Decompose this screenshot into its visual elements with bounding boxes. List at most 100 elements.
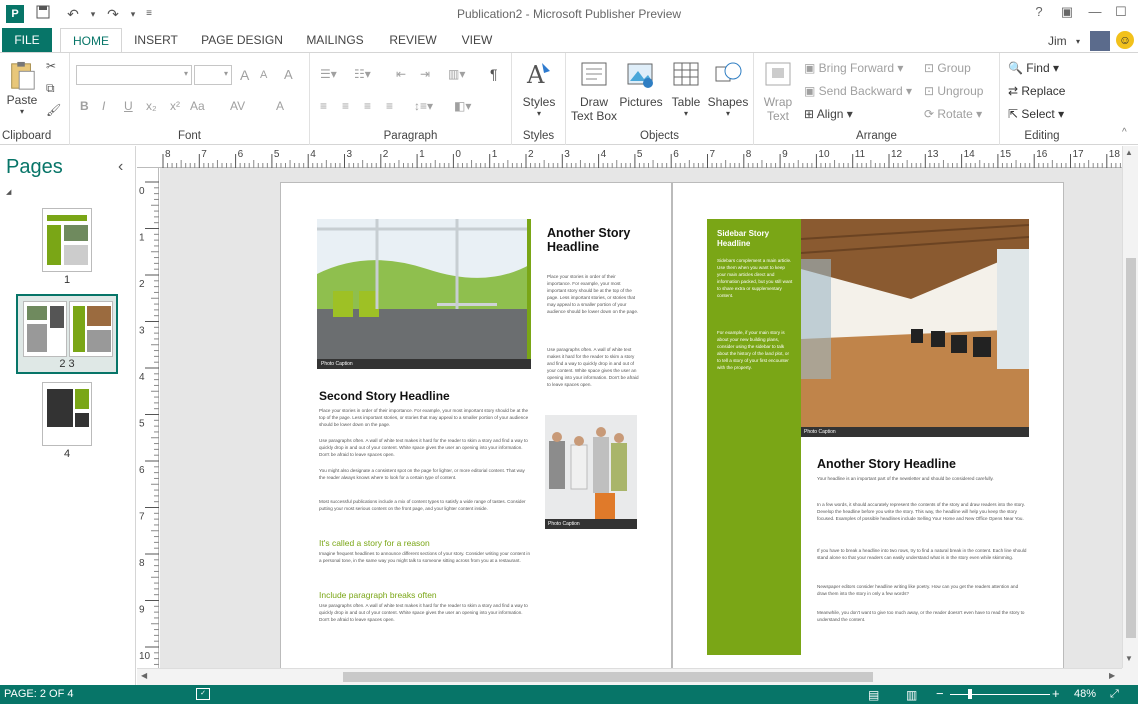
hallway-photo-caption[interactable]: Photo Caption	[801, 427, 1029, 437]
page-3[interactable]: Sidebar Story Headline Sidebars compleme…	[672, 182, 1064, 668]
two-page-view-icon[interactable]: ▥	[906, 688, 917, 702]
font-color-button[interactable]: A	[276, 99, 284, 113]
people-photo-caption[interactable]: Photo Caption	[545, 519, 637, 529]
fit-page-icon[interactable]: ⤢	[1110, 688, 1119, 701]
collapse-ribbon-icon[interactable]: ^	[1122, 127, 1127, 138]
sidebar-headline[interactable]: Sidebar Story Headline	[717, 229, 795, 249]
align-button[interactable]: ⊞ Align ▾	[804, 107, 853, 121]
tab-file[interactable]: FILE	[2, 28, 52, 53]
maximize-button[interactable]: ☐	[1110, 4, 1132, 20]
scroll-right-icon[interactable]: ▶	[1109, 671, 1115, 680]
zoom-in-button[interactable]: +	[1052, 686, 1060, 701]
send-backward-button[interactable]: ▣ Send Backward ▾	[804, 84, 912, 98]
increase-indent-icon[interactable]: ⇥	[420, 67, 430, 81]
subheading-paragraph-breaks-body[interactable]: Use paragraphs often. A wall of white te…	[319, 602, 531, 623]
decrease-indent-icon[interactable]: ⇤	[396, 67, 406, 81]
tab-home[interactable]: HOME	[60, 28, 122, 54]
page-2[interactable]: Photo Caption Another Story Headline Pla…	[280, 182, 672, 668]
paste-dropdown-icon[interactable]: ▾	[4, 107, 40, 116]
another-story-body-1[interactable]: Place your stories in order of their imp…	[547, 273, 639, 315]
avatar[interactable]	[1090, 31, 1110, 51]
second-story-body-3[interactable]: You might also designate a consistent sp…	[319, 467, 531, 481]
subheading-paragraph-breaks[interactable]: Include paragraph breaks often	[319, 590, 437, 600]
second-story-headline[interactable]: Second Story Headline	[319, 389, 539, 403]
paste-button[interactable]: Paste ▾	[4, 61, 40, 116]
user-name[interactable]: Jim	[1048, 34, 1067, 48]
group-button[interactable]: ⊡ Group	[924, 61, 971, 75]
user-dropdown-icon[interactable]: ▾	[1076, 37, 1080, 46]
font-size-combo[interactable]: ▾	[194, 65, 232, 85]
tab-review[interactable]: REVIEW	[384, 28, 442, 53]
subheading-story-reason[interactable]: It's called a story for a reason	[319, 538, 430, 548]
subscript-button[interactable]: x₂	[146, 99, 157, 113]
columns-icon[interactable]: ▥▾	[448, 67, 465, 81]
smiley-feedback-icon[interactable]: ☺	[1116, 31, 1134, 49]
story-body-4[interactable]: Newspaper editors consider headline writ…	[817, 583, 1029, 597]
story-body-3[interactable]: If you have to break a headline into two…	[817, 547, 1029, 561]
zoom-level[interactable]: 48%	[1074, 688, 1096, 700]
another-story-body-2[interactable]: Use paragraphs often. A wall of white te…	[547, 346, 639, 388]
underline-button[interactable]: U	[124, 99, 133, 113]
replace-button[interactable]: ⇄ Replace	[1008, 84, 1065, 98]
page-thumbnail-4[interactable]	[42, 382, 92, 446]
layout-check-icon[interactable]: ✓	[196, 688, 210, 700]
align-left-icon[interactable]: ≡	[320, 99, 327, 113]
scroll-up-icon[interactable]: ▲	[1125, 148, 1133, 157]
section-collapse-icon[interactable]: ◢	[6, 188, 11, 196]
hallway-photo[interactable]: Photo Caption	[801, 219, 1029, 437]
ribbon-display-icon[interactable]: ▣	[1056, 4, 1078, 20]
copy-icon[interactable]: ⧉	[46, 81, 55, 96]
horizontal-ruler[interactable]: 8 7 6 5 4 3 2 1 0 1 2 3 4 5 6 7 8 9 10 11 12 13 14 15 16 17 18	[137, 146, 1122, 168]
shrink-font-icon[interactable]: A	[260, 69, 267, 81]
wrap-text-button[interactable]: Wrap Text	[758, 59, 798, 123]
page-indicator[interactable]: PAGE: 2 OF 4	[4, 688, 74, 700]
italic-button[interactable]: I	[102, 99, 105, 113]
tab-page-design[interactable]: PAGE DESIGN	[196, 28, 288, 53]
numbering-icon[interactable]: ☷▾	[354, 67, 371, 81]
story-body-2[interactable]: In a few words, it should accurately rep…	[817, 501, 1029, 522]
find-button[interactable]: 🔍 Find ▾	[1008, 61, 1059, 75]
bullets-icon[interactable]: ☰▾	[320, 67, 337, 81]
align-right-icon[interactable]: ≡	[364, 99, 371, 113]
collapse-pages-pane-button[interactable]: ‹	[118, 158, 123, 176]
another-story-headline-right[interactable]: Another Story Headline	[817, 457, 1027, 471]
sidebar-body-2[interactable]: For example, if your main story is about…	[717, 329, 793, 371]
rotate-button[interactable]: ⟳ Rotate ▾	[924, 107, 982, 121]
minimize-button[interactable]: —	[1084, 4, 1106, 19]
bold-button[interactable]: B	[80, 99, 89, 113]
show-formatting-marks-button[interactable]: ¶	[490, 66, 498, 82]
single-page-view-icon[interactable]: ▤	[868, 688, 879, 702]
another-story-headline[interactable]: Another Story Headline	[547, 226, 637, 254]
subheading-story-reason-body[interactable]: Imagine frequent headlines to announce d…	[319, 550, 531, 564]
justify-icon[interactable]: ≡	[386, 99, 393, 113]
change-case-button[interactable]: Aa	[190, 99, 205, 113]
sidebar-body-1[interactable]: Sidebars complement a main article. Use …	[717, 257, 793, 299]
table-button[interactable]: Table ▾	[666, 59, 706, 118]
second-story-body-1[interactable]: Place your stories in order of their imp…	[319, 407, 531, 428]
scroll-left-icon[interactable]: ◀	[141, 671, 147, 680]
story-body-1[interactable]: Your headline is an important part of th…	[817, 475, 1029, 482]
ungroup-button[interactable]: ⊡ Ungroup	[924, 84, 983, 98]
people-photo[interactable]: Photo Caption	[545, 415, 637, 529]
page-thumbnail-1[interactable]	[42, 208, 92, 272]
clear-formatting-icon[interactable]: A	[284, 67, 293, 82]
tab-insert[interactable]: INSERT	[128, 28, 184, 53]
select-button[interactable]: ⇱ Select ▾	[1008, 107, 1064, 121]
help-button[interactable]: ?	[1028, 4, 1050, 19]
zoom-slider-thumb[interactable]	[968, 689, 972, 699]
zoom-slider[interactable]	[950, 694, 1050, 695]
second-story-body-4[interactable]: Most successful publications include a m…	[319, 498, 531, 512]
photo-caption[interactable]: Photo Caption	[317, 359, 531, 369]
second-story-body-2[interactable]: Use paragraphs often. A wall of white te…	[319, 437, 531, 458]
shapes-button[interactable]: Shapes ▾	[706, 59, 750, 118]
draw-text-box-button[interactable]: Draw Text Box	[570, 59, 618, 123]
scroll-down-icon[interactable]: ▼	[1125, 654, 1133, 663]
horizontal-scrollbar[interactable]: ◀ ▶	[137, 668, 1122, 685]
shading-icon[interactable]: ◧▾	[454, 99, 471, 113]
pictures-button[interactable]: Pictures	[618, 59, 664, 109]
font-name-combo[interactable]: ▾	[76, 65, 192, 85]
grow-font-icon[interactable]: A	[240, 67, 249, 83]
story-body-5[interactable]: Meanwhile, you don't want to give too mu…	[817, 609, 1029, 623]
styles-button[interactable]: A Styles ▾	[518, 59, 560, 118]
tab-mailings[interactable]: MAILINGS	[300, 28, 370, 53]
